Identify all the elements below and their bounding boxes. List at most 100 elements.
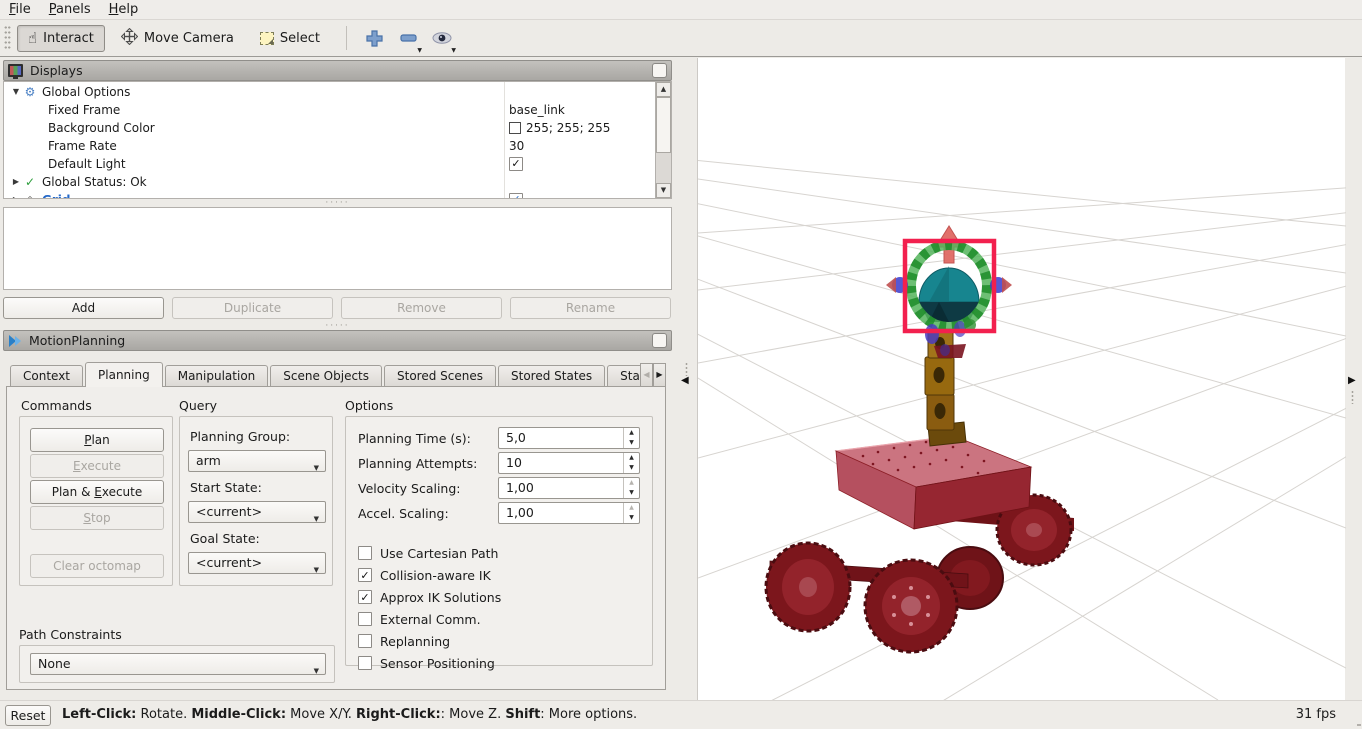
plan-and-execute-button[interactable]: Plan & Execute	[30, 480, 164, 504]
path-constraints-combo[interactable]: None ▼	[30, 653, 326, 675]
visibility-dropdown-caret[interactable]: ▼	[451, 47, 456, 54]
tab-context[interactable]: Context	[10, 365, 84, 387]
color-swatch[interactable]	[509, 122, 521, 134]
spin-up-icon[interactable]: ▲	[624, 478, 639, 488]
tree-row-global-options[interactable]: ▼ ⚙ Global Options	[4, 83, 656, 101]
tree-row-global-status[interactable]: ▶ ✓ Global Status: Ok	[4, 173, 656, 191]
query-group-box: Planning Group: arm ▼ Start State: <curr…	[179, 416, 333, 586]
hand-pointer-icon: ☝	[28, 28, 38, 47]
displays-panel-float-button[interactable]	[652, 63, 667, 78]
row-label: Default Light	[48, 157, 126, 171]
collapse-right-icon[interactable]: ▶	[1348, 376, 1356, 386]
accel-scaling-spinbox[interactable]: 1,00 ▲ ▼	[498, 502, 640, 524]
velocity-scaling-spinbox[interactable]: 1,00 ▲ ▼	[498, 477, 640, 499]
tab-manipulation[interactable]: Manipulation	[164, 365, 269, 387]
spin-up-icon[interactable]: ▲	[624, 453, 639, 463]
velocity-scaling-label: Velocity Scaling:	[358, 481, 461, 496]
spin-down-icon[interactable]: ▼	[624, 438, 639, 448]
start-state-combo[interactable]: <current> ▼	[188, 501, 326, 523]
tab-scene-objects[interactable]: Scene Objects	[270, 365, 382, 387]
move-camera-tool-button[interactable]: Move Camera	[111, 25, 244, 52]
toolbar-drag-handle[interactable]	[4, 25, 11, 51]
remove-display-button[interactable]: Remove	[341, 297, 502, 319]
collision-aware-ik-checkbox[interactable]: ✓	[358, 568, 372, 582]
splitter-dots[interactable]	[1351, 390, 1354, 404]
menu-file[interactable]: File	[0, 0, 40, 19]
approx-ik-solutions-checkbox[interactable]: ✓	[358, 590, 372, 604]
displays-panel-header[interactable]: Displays	[3, 60, 672, 81]
tab-stored-states[interactable]: Stored States	[498, 365, 606, 387]
zoom-out-button[interactable]: ▼	[398, 26, 422, 54]
background-color-value[interactable]: 255; 255; 255	[526, 119, 610, 137]
menu-panels[interactable]: Panels	[40, 0, 100, 19]
mouse-help-text: Left-Click: Rotate. Middle-Click: Move X…	[62, 707, 638, 722]
planning-time-spinbox[interactable]: 5,0 ▲ ▼	[498, 427, 640, 449]
select-tool-button[interactable]: Select	[250, 25, 330, 52]
resize-grip[interactable]	[1357, 724, 1359, 726]
menu-bar: File Panels Help	[0, 0, 1362, 20]
expander-closed-icon[interactable]: ▶	[10, 191, 22, 198]
spin-down-icon[interactable]: ▼	[624, 513, 639, 523]
tree-row-default-light[interactable]: Default Light ✓	[4, 155, 656, 173]
sensor-positioning-checkbox[interactable]	[358, 656, 372, 670]
spin-down-icon[interactable]: ▼	[624, 463, 639, 473]
rover-robot	[764, 225, 1074, 654]
rename-display-button[interactable]: Rename	[510, 297, 671, 319]
interact-tool-label: Interact	[43, 30, 94, 46]
accel-scaling-label: Accel. Scaling:	[358, 506, 449, 521]
motion-planning-panel-header[interactable]: MotionPlanning	[3, 330, 672, 351]
tab-planning[interactable]: Planning	[85, 362, 163, 387]
planning-attempts-spinbox[interactable]: 10 ▲ ▼	[498, 452, 640, 474]
spin-up-icon[interactable]: ▲	[624, 428, 639, 438]
plan-button[interactable]: Plan	[30, 428, 164, 452]
grid-checkbox[interactable]: ✓	[509, 193, 523, 198]
commands-group-box: Plan Execute Plan & Execute Stop Clear o…	[19, 416, 173, 586]
reset-button[interactable]: Reset	[5, 705, 51, 726]
row-label: Fixed Frame	[48, 103, 121, 117]
splitter-handle[interactable]: ·····	[0, 199, 675, 208]
duplicate-display-button[interactable]: Duplicate	[172, 297, 333, 319]
scrollbar-down-icon[interactable]: ▼	[656, 183, 671, 198]
replanning-checkbox[interactable]	[358, 634, 372, 648]
frame-rate-value[interactable]: 30	[509, 137, 524, 155]
3d-viewport[interactable]	[277, 58, 1362, 729]
scrollbar-up-icon[interactable]: ▲	[656, 82, 671, 97]
chevron-down-icon: ▼	[313, 566, 319, 574]
use-cartesian-path-checkbox[interactable]	[358, 546, 372, 560]
goal-state-combo[interactable]: <current> ▼	[188, 552, 326, 574]
collapse-left-icon[interactable]: ◀	[681, 376, 689, 386]
visibility-button[interactable]: ▼	[432, 26, 456, 54]
tree-row-frame-rate[interactable]: Frame Rate 30	[4, 137, 656, 155]
scrollbar-thumb[interactable]	[656, 97, 671, 153]
tree-scrollbar[interactable]: ▲ ▼	[655, 82, 671, 198]
tree-row-fixed-frame[interactable]: Fixed Frame base_link	[4, 101, 656, 119]
expander-closed-icon[interactable]: ▶	[10, 173, 22, 191]
spin-up-icon[interactable]: ▲	[624, 503, 639, 513]
grid-icon: ◈	[22, 191, 38, 198]
fixed-frame-value[interactable]: base_link	[509, 101, 565, 119]
gear-icon: ⚙	[24, 85, 36, 99]
stop-button[interactable]: Stop	[30, 506, 164, 530]
motion-planning-float-button[interactable]	[652, 333, 667, 348]
planning-group-combo[interactable]: arm ▼	[188, 450, 326, 472]
add-display-button[interactable]: Add	[3, 297, 164, 319]
default-light-checkbox[interactable]: ✓	[509, 157, 523, 171]
use-cartesian-path-option: Use Cartesian Path	[358, 545, 498, 561]
zoom-out-dropdown-caret[interactable]: ▼	[417, 47, 422, 54]
tab-scroll-left-icon[interactable]: ◀	[640, 363, 653, 387]
splitter-dots[interactable]	[685, 362, 688, 376]
external-comm-checkbox[interactable]	[358, 612, 372, 626]
splitter-handle[interactable]: ·····	[0, 322, 675, 331]
3d-scene-canvas[interactable]	[277, 58, 1362, 729]
spin-down-icon[interactable]: ▼	[624, 488, 639, 498]
tab-stored-scenes[interactable]: Stored Scenes	[384, 365, 496, 387]
zoom-in-button[interactable]	[364, 26, 384, 50]
clear-octomap-button[interactable]: Clear octomap	[30, 554, 164, 578]
tree-row-background-color[interactable]: Background Color 255; 255; 255	[4, 119, 656, 137]
tab-scroll-right-icon[interactable]: ▶	[653, 363, 666, 387]
menu-help[interactable]: Help	[100, 0, 148, 19]
interact-tool-button[interactable]: ☝ Interact	[17, 24, 105, 52]
planning-group-label: Planning Group:	[190, 429, 291, 444]
execute-button[interactable]: Execute	[30, 454, 164, 478]
expander-open-icon[interactable]: ▼	[10, 83, 22, 101]
